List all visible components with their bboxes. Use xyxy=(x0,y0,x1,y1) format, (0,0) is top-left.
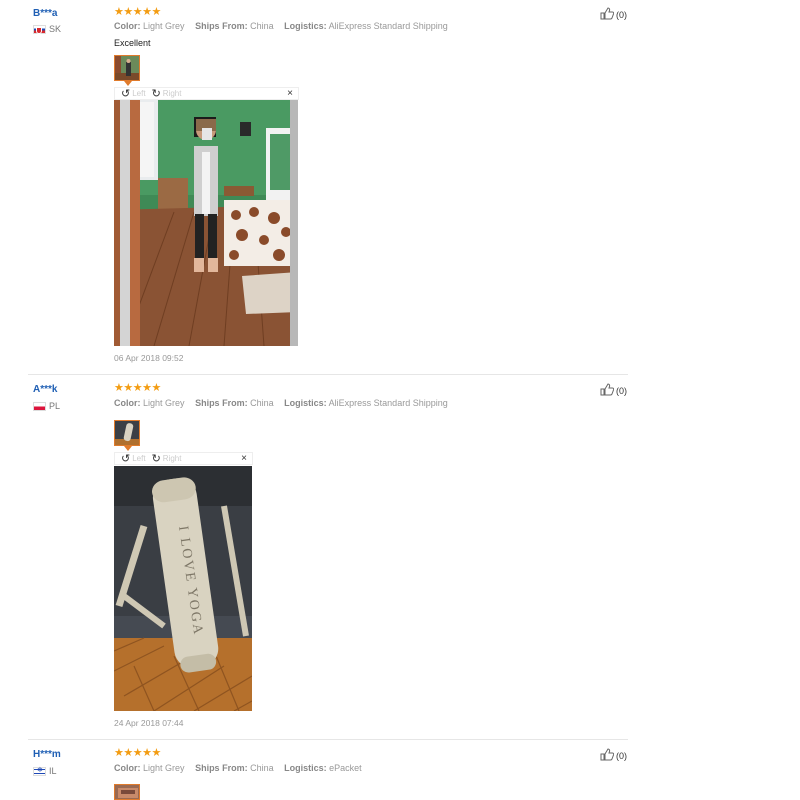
color-value: Light Grey xyxy=(143,398,185,408)
photo-viewer-toolbar: ↺ Left ↻ Right × xyxy=(114,87,299,100)
review-photo-large[interactable] xyxy=(114,100,298,346)
helpful-button[interactable]: (0) xyxy=(600,7,627,22)
logistics-label: Logistics: xyxy=(284,21,327,31)
helpful-button[interactable]: (0) xyxy=(600,383,627,398)
helpful-count: (0) xyxy=(616,9,627,20)
review-photo-thumbnail[interactable] xyxy=(114,784,140,800)
reviewer-name[interactable]: A***k xyxy=(33,384,57,395)
rotate-right-label: Right xyxy=(162,89,182,98)
review-photo-thumbnail[interactable] xyxy=(114,55,140,81)
order-attributes: Color: Light Grey Ships From: China Logi… xyxy=(114,398,448,408)
review-divider xyxy=(28,739,628,740)
ships-from-label: Ships From: xyxy=(195,398,248,408)
thumbs-up-icon xyxy=(600,383,615,398)
reviewer-country: IL xyxy=(33,766,57,776)
country-code: SK xyxy=(49,24,62,34)
reviewer-country: PL xyxy=(33,401,60,411)
color-label: Color: xyxy=(114,398,141,408)
rotate-right-button[interactable]: ↻ Right xyxy=(151,452,182,465)
flag-il-icon xyxy=(33,766,46,776)
rotate-right-label: Right xyxy=(162,454,182,463)
rotate-left-icon: ↺ xyxy=(121,87,131,100)
rotate-left-label: Left xyxy=(132,89,146,98)
star-rating: ★★★★★ xyxy=(114,382,161,394)
country-code: PL xyxy=(49,401,61,411)
rotate-left-button[interactable]: ↺ Left xyxy=(121,452,146,465)
logistics-value: AliExpress Standard Shipping xyxy=(328,398,448,408)
logistics-label: Logistics: xyxy=(284,763,327,773)
ships-from-label: Ships From: xyxy=(195,21,248,31)
review-divider xyxy=(28,374,628,375)
thumbs-up-icon xyxy=(600,748,615,763)
review-comment: Excellent xyxy=(114,38,151,48)
ships-from-value: China xyxy=(250,763,274,773)
rotate-left-icon: ↺ xyxy=(121,452,131,465)
helpful-count: (0) xyxy=(616,385,627,396)
order-attributes: Color: Light Grey Ships From: China Logi… xyxy=(114,763,362,773)
color-label: Color: xyxy=(114,21,141,31)
color-value: Light Grey xyxy=(143,763,185,773)
thumbnail-pointer xyxy=(124,81,132,86)
thumbnail-pointer xyxy=(124,446,132,451)
flag-pl-icon xyxy=(33,401,46,411)
star-rating: ★★★★★ xyxy=(114,6,161,18)
review-photo-large[interactable]: I LOVE YOGA xyxy=(114,466,252,711)
color-value: Light Grey xyxy=(143,21,185,31)
rotate-right-button[interactable]: ↻ Right xyxy=(151,87,182,100)
reviewer-country: SK xyxy=(33,24,61,34)
rotate-left-label: Left xyxy=(132,454,146,463)
helpful-count: (0) xyxy=(616,750,627,761)
review-date: 06 Apr 2018 09:52 xyxy=(114,353,184,363)
rotate-right-icon: ↻ xyxy=(151,87,161,100)
review-date: 24 Apr 2018 07:44 xyxy=(114,718,184,728)
close-icon[interactable]: × xyxy=(241,453,247,465)
logistics-value: ePacket xyxy=(329,763,362,773)
ships-from-value: China xyxy=(250,21,274,31)
close-icon[interactable]: × xyxy=(287,88,293,100)
thumbs-up-icon xyxy=(600,7,615,22)
rotate-right-icon: ↻ xyxy=(151,452,161,465)
order-attributes: Color: Light Grey Ships From: China Logi… xyxy=(114,21,448,31)
color-label: Color: xyxy=(114,763,141,773)
photo-viewer-toolbar: ↺ Left ↻ Right × xyxy=(114,452,253,465)
logistics-label: Logistics: xyxy=(284,398,327,408)
logistics-value: AliExpress Standard Shipping xyxy=(328,21,448,31)
reviewer-name[interactable]: H***m xyxy=(33,749,61,760)
helpful-button[interactable]: (0) xyxy=(600,748,627,763)
ships-from-label: Ships From: xyxy=(195,763,248,773)
rotate-left-button[interactable]: ↺ Left xyxy=(121,87,146,100)
star-rating: ★★★★★ xyxy=(114,747,161,759)
reviewer-name[interactable]: B***a xyxy=(33,8,57,19)
flag-sk-icon xyxy=(33,24,46,34)
ships-from-value: China xyxy=(250,398,274,408)
review-photo-thumbnail[interactable] xyxy=(114,420,140,446)
country-code: IL xyxy=(49,766,57,776)
